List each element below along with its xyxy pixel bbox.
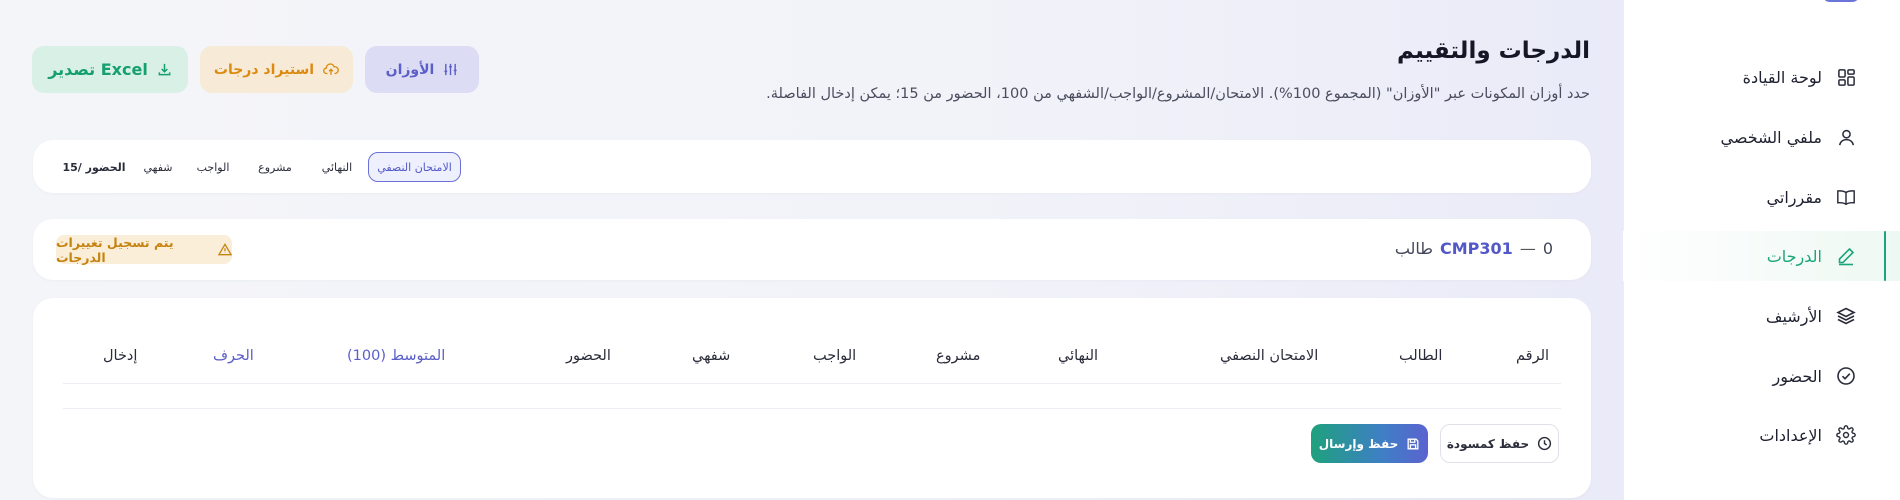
sidebar-item-dashboard[interactable]: لوحة القيادة — [1623, 52, 1900, 102]
tab-final[interactable]: النهائي — [316, 152, 358, 182]
sidebar: لوحة القيادة ملفي الشخصي مقرراتي الدرجات… — [1623, 0, 1900, 500]
component-tabs: الامتحان النصفي النهائي مشروع الواجب شفه… — [33, 140, 1591, 193]
export-excel-button[interactable]: تصدير Excel — [32, 46, 188, 93]
table-divider — [63, 383, 1561, 384]
table-header-homework: الواجب — [813, 348, 857, 364]
table-header-average: المتوسط (100) — [347, 348, 446, 364]
table-header-project: مشروع — [936, 348, 981, 364]
table-header-final: النهائي — [1058, 348, 1099, 364]
sidebar-item-courses[interactable]: مقرراتي — [1623, 172, 1900, 222]
sidebar-item-label: الأرشيف — [1765, 306, 1822, 326]
sidebar-item-label: ملفي الشخصي — [1720, 127, 1822, 147]
student-count: 0 — [1542, 239, 1553, 258]
save-submit-label: حفظ وإرسال — [1318, 436, 1399, 451]
import-grades-label: استيراد درجات — [213, 61, 315, 78]
course-strip: 0 — CMP301 طالب يتم تسجيل تغييرات الدرجا… — [33, 219, 1591, 280]
dashboard-grid-icon — [1836, 67, 1856, 87]
sliders-icon — [443, 62, 458, 77]
table-header-id: الرقم — [1516, 348, 1550, 364]
tab-project[interactable]: مشروع — [255, 152, 295, 182]
tab-attendance[interactable]: الحضور /15 — [58, 152, 130, 182]
table-header-entry: إدخال — [103, 348, 138, 364]
warning-icon — [218, 243, 232, 256]
sidebar-item-label: لوحة القيادة — [1742, 67, 1822, 87]
course-info: 0 — CMP301 طالب — [1395, 239, 1553, 258]
status-badge: يتم تسجيل تغييرات الدرجات — [56, 234, 232, 265]
save-draft-label: حفظ كمسودة — [1446, 436, 1530, 451]
table-header-student: الطالب — [1399, 348, 1443, 364]
tab-midterm[interactable]: الامتحان النصفي — [368, 152, 461, 182]
layers-icon — [1836, 306, 1856, 326]
tab-homework[interactable]: الواجب — [193, 152, 233, 182]
save-draft-button[interactable]: حفظ كمسودة — [1440, 424, 1559, 463]
save-submit-button[interactable]: حفظ وإرسال — [1311, 424, 1428, 463]
sidebar-top-indicator — [1822, 0, 1860, 2]
tab-oral[interactable]: شفهي — [141, 152, 175, 182]
table-header-letter: الحرف — [213, 348, 254, 364]
table-header-midterm: الامتحان النصفي — [1220, 348, 1319, 364]
user-icon — [1836, 127, 1856, 147]
table-divider — [63, 408, 1561, 409]
check-circle-icon — [1836, 366, 1856, 386]
save-icon — [1406, 437, 1420, 451]
separator-dash: — — [1519, 239, 1536, 258]
sidebar-item-archive[interactable]: الأرشيف — [1623, 291, 1900, 341]
course-code: CMP301 — [1440, 239, 1513, 258]
clock-icon — [1537, 436, 1552, 451]
sidebar-item-label: الحضور — [1772, 366, 1822, 386]
student-word: طالب — [1394, 239, 1434, 258]
weights-button-label: الأوزان — [385, 61, 435, 78]
sidebar-item-grades[interactable]: الدرجات — [1623, 231, 1900, 281]
sidebar-item-attendance[interactable]: الحضور — [1623, 351, 1900, 401]
page-title: الدرجات والتقييم — [1397, 38, 1590, 64]
sidebar-item-profile[interactable]: ملفي الشخصي — [1623, 112, 1900, 162]
pencil-icon — [1836, 246, 1856, 266]
book-icon — [1836, 187, 1856, 207]
download-icon — [157, 62, 172, 77]
grades-table: الرقم الطالب الامتحان النصفي النهائي مشر… — [33, 298, 1591, 498]
export-excel-label: تصدير Excel — [48, 60, 148, 79]
sidebar-item-label: الإعدادات — [1759, 425, 1822, 445]
sidebar-item-settings[interactable]: الإعدادات — [1623, 410, 1900, 460]
cloud-upload-icon — [323, 62, 339, 77]
table-header-attendance: الحضور — [566, 348, 611, 364]
status-text: يتم تسجيل تغييرات الدرجات — [56, 234, 174, 265]
gear-icon — [1836, 425, 1856, 445]
sidebar-item-label: مقرراتي — [1766, 187, 1822, 207]
weights-button[interactable]: الأوزان — [365, 46, 479, 93]
import-grades-button[interactable]: استيراد درجات — [200, 46, 353, 93]
table-header-oral: شفهي — [692, 348, 731, 364]
sidebar-item-label: الدرجات — [1766, 246, 1822, 266]
page-description: حدد أوزان المكونات عبر "الأوزان" (المجمو… — [766, 86, 1590, 102]
